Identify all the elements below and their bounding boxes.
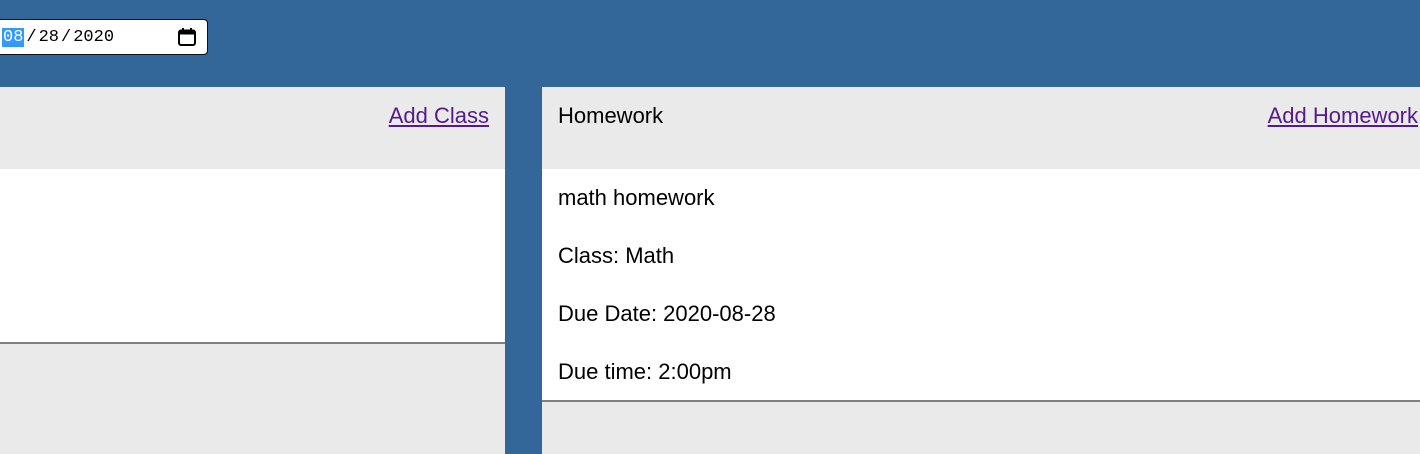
homework-due-time: Due time: 2:00pm	[558, 359, 732, 384]
calendar-icon[interactable]	[177, 27, 197, 47]
homework-name: math homework	[558, 185, 715, 210]
date-separator: /	[26, 27, 37, 47]
date-month-segment[interactable]: 08	[2, 27, 25, 47]
classes-list	[0, 169, 505, 344]
classes-panel: Add Class	[0, 87, 505, 454]
add-homework-link[interactable]: Add Homework	[1268, 103, 1418, 129]
homework-panel: Homework Add Homework math homework Clas…	[542, 87, 1420, 454]
add-class-link[interactable]: Add Class	[389, 103, 489, 129]
homework-class: Class: Math	[558, 243, 675, 268]
date-separator: /	[61, 27, 72, 47]
classes-panel-header: Add Class	[0, 87, 505, 169]
homework-due-date: Due Date: 2020-08-28	[558, 301, 776, 326]
homework-list-item: math homework Class: Math Due Date: 2020…	[542, 169, 1420, 402]
homework-panel-title: Homework	[558, 103, 664, 128]
date-year-segment[interactable]: 2020	[73, 28, 114, 47]
homework-panel-header: Homework Add Homework	[542, 87, 1420, 169]
date-day-segment[interactable]: 28	[39, 28, 59, 47]
date-input[interactable]: 08 / 28 / 2020	[0, 19, 208, 55]
